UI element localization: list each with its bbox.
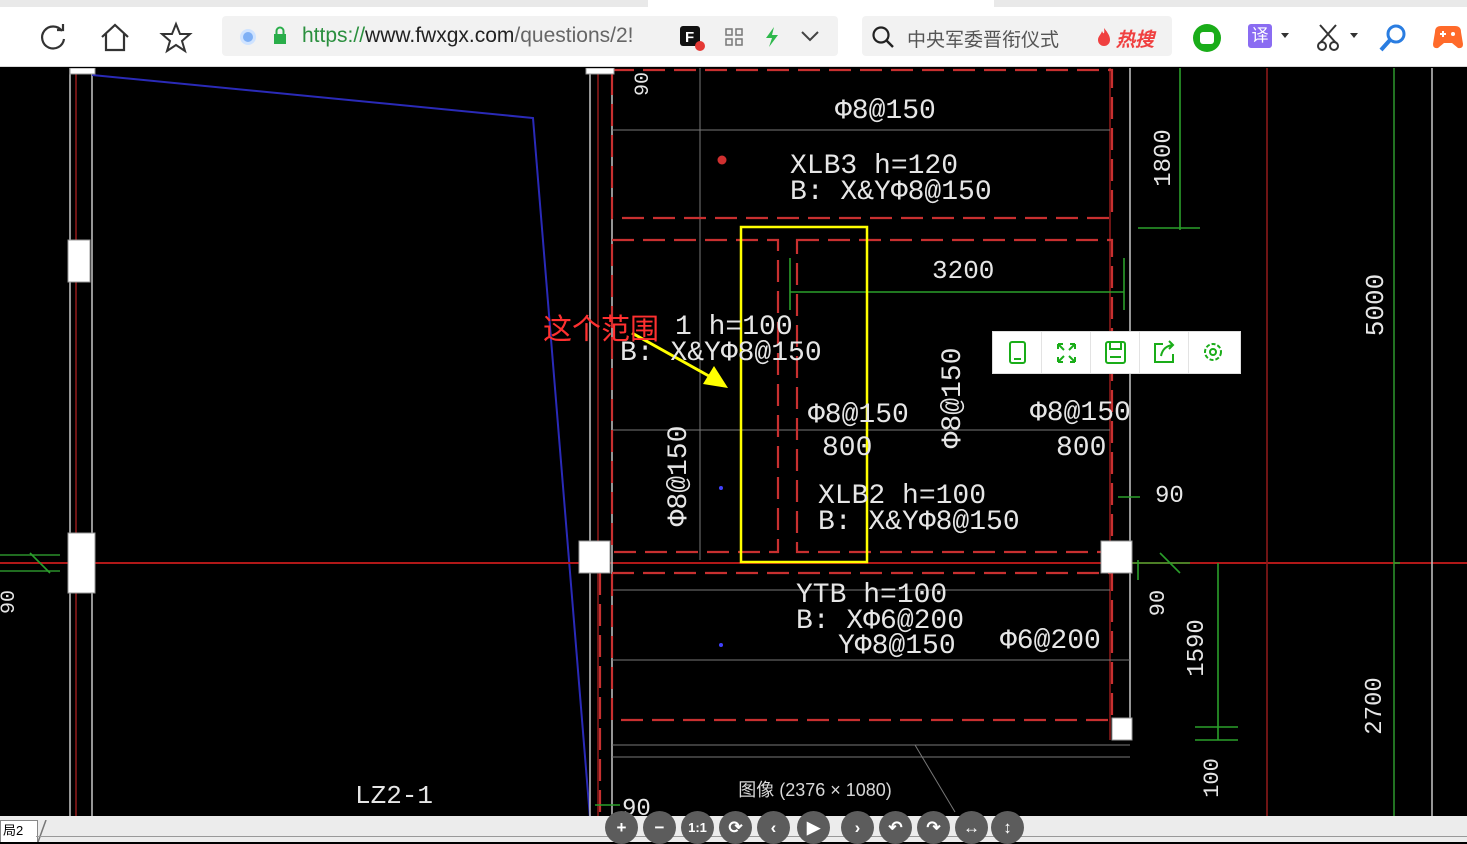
image-dimensions-info: 图像 (2376 × 1080) <box>738 780 892 800</box>
qr-code-icon[interactable] <box>725 28 743 46</box>
image-floating-toolbar <box>992 331 1241 374</box>
label-dim-100: 100 <box>1200 758 1225 798</box>
wechat-icon[interactable] <box>1191 22 1223 54</box>
label-dim-2700: 2700 <box>1362 677 1389 735</box>
red-dot-marker <box>717 155 727 165</box>
search-icon <box>872 26 894 48</box>
search-input[interactable]: 中央军委晋衔仪式 <box>907 25 1059 52</box>
label-dim-3200: 3200 <box>932 256 994 286</box>
share-icon <box>1154 340 1175 363</box>
chevron-down-icon[interactable] <box>1280 32 1290 40</box>
home-icon <box>101 23 129 52</box>
label-dim-top-clipped: 90 <box>632 72 655 96</box>
home-button[interactable] <box>97 20 133 56</box>
label-dim-90-vertical: 90 <box>1146 590 1171 616</box>
redo-rotate-button[interactable]: ↷ <box>917 811 950 844</box>
cad-drawing: Φ8@150 XLB3 h=120 B: X&YΦ8@150 3200 1 h=… <box>0 68 1467 818</box>
refresh-icon <box>41 24 66 50</box>
settings-button[interactable] <box>1189 332 1238 373</box>
label-dim-1590: 1590 <box>1184 619 1211 677</box>
share-button[interactable] <box>1140 332 1189 373</box>
save-image-button[interactable] <box>1091 332 1140 373</box>
label-dim-90-left: 90 <box>0 590 21 614</box>
scissors-icon[interactable] <box>1315 22 1343 52</box>
label-rebar-mid-len: 800 <box>822 433 872 464</box>
flip-horizontal-button[interactable]: ↔ <box>955 811 988 844</box>
fire-icon <box>1098 28 1110 46</box>
bookmark-button[interactable] <box>158 20 194 56</box>
label-rebar-mid: Φ8@150 <box>808 400 909 431</box>
next-button[interactable]: › <box>841 811 874 844</box>
play-button[interactable]: ▶ <box>797 811 830 844</box>
lock-icon <box>274 26 286 44</box>
actual-size-button[interactable]: 1:1 <box>681 811 714 844</box>
label-dim-90-right: 90 <box>1155 483 1184 510</box>
label-rebar-right: Φ8@150 <box>1030 398 1131 429</box>
chevron-down-icon[interactable] <box>1349 32 1359 40</box>
annotation-text: 这个范围 <box>543 314 660 346</box>
magnifier-icon[interactable] <box>1377 22 1409 54</box>
chevron-down-icon[interactable] <box>800 28 820 44</box>
tab-strip <box>0 0 1467 7</box>
translate-button[interactable]: 译 <box>1248 24 1272 48</box>
address-bar[interactable]: https://www.fwxgx.com/questions/2! F <box>222 16 838 56</box>
label-dim-1800: 1800 <box>1151 129 1178 187</box>
zoom-in-button[interactable]: + <box>605 811 638 844</box>
tablet-button[interactable] <box>993 332 1042 373</box>
fullscreen-button[interactable] <box>1042 332 1091 373</box>
label-rebar-right-len: 800 <box>1056 433 1106 464</box>
label-top-rebar: Φ8@150 <box>835 96 936 127</box>
fullscreen-icon <box>1057 343 1076 363</box>
label-rebar-bottom-right: Φ6@200 <box>1000 626 1101 657</box>
label-column: LZ2-1 <box>355 781 433 811</box>
label-dim-5000: 5000 <box>1361 274 1391 336</box>
svg-text:F: F <box>685 29 694 46</box>
site-info-icon <box>240 29 256 45</box>
active-tab[interactable] <box>648 0 994 7</box>
label-rebar-vertical-left: Φ8@150 <box>664 426 695 527</box>
url-text[interactable]: https://www.fwxgx.com/questions/2! <box>302 24 668 48</box>
zoom-out-button[interactable]: − <box>643 811 676 844</box>
hot-search-label[interactable]: 热搜 <box>1116 25 1154 52</box>
sheet-tab[interactable]: 局2 <box>0 820 38 842</box>
label-xlb3-rebar: B: X&YΦ8@150 <box>790 177 992 208</box>
game-icon[interactable] <box>1431 22 1465 52</box>
reader-mode-icon[interactable]: F <box>678 24 706 52</box>
rotate-button[interactable]: ⟳ <box>719 811 752 844</box>
settings-icon <box>1204 343 1222 361</box>
refresh-button[interactable] <box>35 20 71 56</box>
search-box[interactable]: 中央军委晋衔仪式 热搜 <box>862 16 1172 56</box>
previous-button[interactable]: ‹ <box>757 811 790 844</box>
flip-vertical-button[interactable]: ↕ <box>991 811 1024 844</box>
label-rebar-vertical-mid: Φ8@150 <box>938 348 969 449</box>
label-ytb-y: YΦ8@150 <box>838 631 956 662</box>
browser-toolbar: https://www.fwxgx.com/questions/2! F 中央军… <box>0 0 1467 67</box>
label-xlb2-rebar: B: X&YΦ8@150 <box>818 507 1020 538</box>
tablet-icon <box>1009 341 1026 364</box>
save-icon <box>1105 341 1126 364</box>
undo-rotate-button[interactable]: ↶ <box>879 811 912 844</box>
star-icon <box>159 21 193 54</box>
lightning-icon[interactable] <box>763 26 781 48</box>
